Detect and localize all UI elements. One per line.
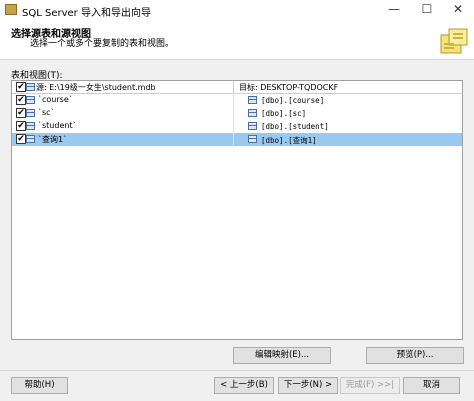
destination-table-name: [dbo].[sc] [261, 109, 307, 118]
source-header-label: 源: E:\19级一女生\student.mdb [36, 83, 156, 92]
table-icon [26, 122, 35, 130]
next-button[interactable]: 下一步(N) > [278, 377, 338, 394]
grid-header: ✔ 源: E:\19级一女生\student.mdb 目标: DESKTOP-T… [12, 81, 462, 94]
wizard-icon [440, 28, 468, 54]
edit-mappings-button[interactable]: 编辑映射(E)... [233, 347, 331, 364]
source-cell: ✔ `查询1` [12, 133, 234, 146]
footer-divider [0, 370, 474, 371]
source-table-name: `course` [38, 95, 73, 104]
close-button[interactable]: ✕ [440, 0, 474, 20]
source-cell: ✔ `course` [12, 94, 234, 107]
table-row-selected[interactable]: ✔ `查询1` [dbo].[查询1] [12, 133, 462, 146]
table-icon [248, 122, 257, 130]
source-column-header[interactable]: ✔ 源: E:\19级一女生\student.mdb [12, 81, 234, 94]
source-cell: ✔ `student` [12, 120, 234, 133]
app-icon [5, 4, 17, 15]
table-icon [26, 96, 35, 104]
query-icon [26, 135, 35, 143]
table-row[interactable]: ✔ `course` [dbo].[course] [12, 94, 462, 107]
tables-grid[interactable]: ✔ 源: E:\19级一女生\student.mdb 目标: DESKTOP-T… [11, 80, 463, 340]
table-icon [248, 96, 257, 104]
select-all-checkbox[interactable]: ✔ [16, 82, 26, 92]
source-icon [26, 83, 35, 91]
table-row[interactable]: ✔ `sc` [dbo].[sc] [12, 107, 462, 120]
source-table-name: `查询1` [38, 135, 68, 144]
table-icon [248, 135, 257, 143]
source-cell: ✔ `sc` [12, 107, 234, 120]
table-icon [26, 109, 35, 117]
destination-table-name: [dbo].[student] [261, 122, 329, 131]
row-checkbox[interactable]: ✔ [16, 134, 26, 144]
destination-cell[interactable]: [dbo].[sc] [235, 107, 462, 120]
destination-header-label: 目标: DESKTOP-TQDOCKF [239, 83, 339, 92]
minimize-button[interactable]: — [376, 0, 412, 20]
wizard-header: 选择源表和源视图 选择一个或多个要复制的表和视图。 [0, 20, 474, 60]
destination-cell[interactable]: [dbo].[course] [235, 94, 462, 107]
page-subtitle: 选择一个或多个要复制的表和视图。 [30, 39, 175, 49]
preview-button[interactable]: 预览(P)... [366, 347, 464, 364]
table-icon [248, 109, 257, 117]
source-table-name: `sc` [38, 108, 55, 117]
row-checkbox[interactable]: ✔ [16, 108, 26, 118]
help-button[interactable]: 帮助(H) [11, 377, 68, 394]
source-table-name: `student` [38, 121, 77, 130]
row-checkbox[interactable]: ✔ [16, 95, 26, 105]
cancel-button[interactable]: 取消 [403, 377, 460, 394]
back-button[interactable]: < 上一步(B) [214, 377, 274, 394]
window-title: SQL Server 导入和导出向导 [22, 8, 151, 19]
destination-table-name: [dbo].[course] [261, 96, 325, 105]
destination-cell[interactable]: [dbo].[查询1] [235, 133, 462, 146]
destination-column-header[interactable]: 目标: DESKTOP-TQDOCKF [235, 81, 462, 94]
finish-button[interactable]: 完成(F) >>| [340, 377, 400, 394]
destination-table-name: [dbo].[查询1] [261, 136, 317, 145]
title-bar: SQL Server 导入和导出向导 — ☐ ✕ [0, 0, 474, 20]
row-checkbox[interactable]: ✔ [16, 121, 26, 131]
destination-cell[interactable]: [dbo].[student] [235, 120, 462, 133]
table-row[interactable]: ✔ `student` [dbo].[student] [12, 120, 462, 133]
